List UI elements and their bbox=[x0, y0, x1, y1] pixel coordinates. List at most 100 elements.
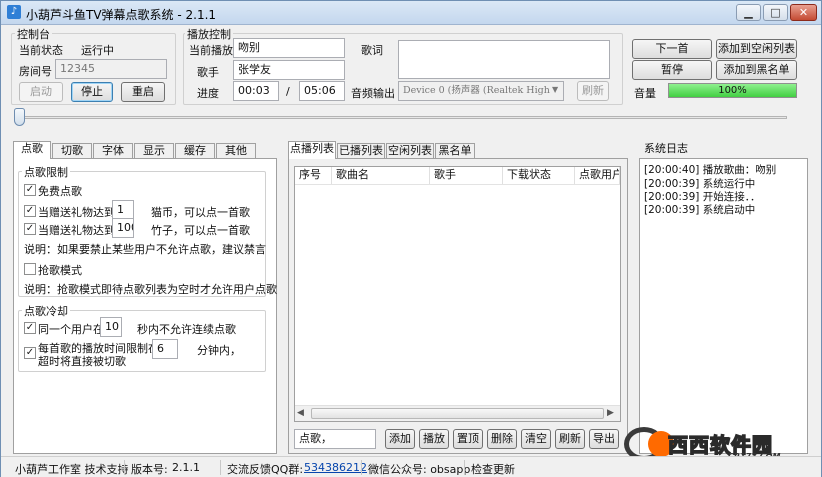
current-time-field[interactable]: 00:03 bbox=[233, 81, 279, 101]
song-list-table[interactable]: 序号 歌曲名 歌手 下载状态 点歌用户 ◀ ▶ bbox=[294, 166, 621, 422]
col-index[interactable]: 序号 bbox=[295, 167, 332, 184]
version-value: 2.1.1 bbox=[172, 461, 200, 474]
clear-list-button[interactable]: 清空 bbox=[521, 429, 551, 449]
same-user-checkbox[interactable]: ✓ bbox=[24, 322, 36, 334]
system-log-box[interactable]: [20:00:40] 播放歌曲：吻别 [20:00:39] 系统运行中 [20:… bbox=[639, 158, 808, 454]
status-label: 当前状态 bbox=[19, 44, 63, 57]
playback-group-title: 播放控制 bbox=[185, 26, 233, 42]
total-time-field[interactable]: 05:06 bbox=[299, 81, 345, 101]
volume-value: 100% bbox=[718, 85, 747, 96]
pin-top-button[interactable]: 置顶 bbox=[453, 429, 483, 449]
refresh-list-button[interactable]: 刷新 bbox=[555, 429, 585, 449]
status-separator bbox=[361, 460, 362, 475]
lyrics-label: 歌词 bbox=[361, 44, 383, 57]
limit-note: 说明：如果要禁止某些用户不允许点歌，建议禁言 bbox=[24, 243, 266, 256]
gift1-label-post: 猫币，可以点一首歌 bbox=[151, 206, 250, 219]
status-bar: 小葫芦工作室 技术支持 版本号: 2.1.1 交流反馈QQ群: 53438621… bbox=[1, 456, 821, 477]
col-download-status[interactable]: 下载状态 bbox=[503, 167, 575, 184]
current-song-label: 当前播放 bbox=[189, 44, 233, 57]
progress-slider-track[interactable] bbox=[19, 116, 787, 119]
pause-button[interactable]: 暂停 bbox=[632, 60, 712, 80]
minimize-button[interactable]: ▁ bbox=[736, 4, 761, 21]
status-value: 运行中 bbox=[81, 44, 114, 57]
audio-output-label: 音频输出 bbox=[351, 87, 395, 100]
volume-bar[interactable]: 100% bbox=[668, 83, 797, 98]
volume-label: 音量 bbox=[634, 87, 656, 100]
tab-font[interactable]: 字体 bbox=[93, 143, 133, 159]
tab-cache[interactable]: 缓存 bbox=[175, 143, 215, 159]
gift1-amount-input[interactable]: 1 bbox=[112, 200, 134, 220]
status-separator bbox=[220, 460, 221, 475]
gift2-amount-input[interactable]: 100 bbox=[112, 218, 134, 238]
log-line: [20:00:39] 系统启动中 bbox=[644, 204, 756, 216]
app-window: ♪ 小葫芦斗鱼TV弹幕点歌系统 - 2.1.1 ▁ □ ✕ 控制台 当前状态 运… bbox=[0, 0, 822, 477]
status-separator bbox=[124, 460, 125, 475]
song-list-tabs: 点播列表 已播列表 空闲列表 黑名单 bbox=[288, 141, 628, 159]
free-request-label: 免费点歌 bbox=[38, 185, 82, 198]
refresh-device-button[interactable]: 刷新 bbox=[577, 81, 609, 101]
tab-display[interactable]: 显示 bbox=[134, 143, 174, 159]
room-id-input[interactable]: 12345 bbox=[55, 59, 167, 79]
free-request-checkbox[interactable]: ✓ bbox=[24, 184, 36, 196]
system-log-title: 系统日志 bbox=[642, 140, 690, 156]
console-group-title: 控制台 bbox=[15, 26, 52, 42]
music-note-icon: ♪ bbox=[7, 5, 21, 19]
time-limit-checkbox[interactable]: ✓ bbox=[24, 347, 36, 359]
current-song-field[interactable]: 吻别 bbox=[233, 38, 345, 58]
wechat-label: 微信公众号: obsapp bbox=[368, 463, 471, 476]
add-to-idle-list-button[interactable]: 添加到空闲列表 bbox=[716, 39, 797, 59]
col-request-user[interactable]: 点歌用户 bbox=[575, 167, 620, 184]
singer-field[interactable]: 张学友 bbox=[233, 60, 345, 80]
delete-song-button[interactable]: 删除 bbox=[487, 429, 517, 449]
tab-request-list[interactable]: 点播列表 bbox=[288, 141, 336, 159]
start-button[interactable]: 启动 bbox=[19, 82, 63, 102]
tab-other[interactable]: 其他 bbox=[216, 143, 256, 159]
singer-label: 歌手 bbox=[197, 66, 219, 79]
maximize-button[interactable]: □ bbox=[763, 4, 788, 21]
time-limit-label-post: 分钟内， bbox=[197, 344, 241, 357]
song-request-input[interactable]: 点歌， bbox=[294, 429, 376, 449]
scrollbar-thumb[interactable] bbox=[311, 408, 604, 419]
time-limit-minutes-input[interactable]: 6 bbox=[152, 339, 178, 359]
tab-idle-list[interactable]: 空闲列表 bbox=[386, 143, 434, 159]
tab-cut[interactable]: 切歌 bbox=[52, 143, 92, 159]
log-line: [20:00:40] 播放歌曲：吻别 bbox=[644, 164, 777, 176]
stop-button[interactable]: 停止 bbox=[71, 82, 113, 102]
studio-credit: 小葫芦工作室 技术支持 bbox=[15, 463, 129, 476]
request-limit-title: 点歌限制 bbox=[22, 164, 70, 180]
progress-slider-thumb[interactable] bbox=[14, 108, 25, 126]
gift2-checkbox[interactable]: ✓ bbox=[24, 223, 36, 235]
play-song-button[interactable]: 播放 bbox=[419, 429, 449, 449]
qq-group-label: 交流反馈QQ群: bbox=[227, 463, 304, 476]
audio-output-select[interactable]: Device 0 (扬声器 (Realtek High bbox=[398, 81, 564, 101]
audio-output-value: Device 0 (扬声器 (Realtek High bbox=[403, 85, 550, 96]
col-song-name[interactable]: 歌曲名 bbox=[332, 167, 430, 184]
chevron-down-icon: ▼ bbox=[552, 85, 559, 94]
export-list-button[interactable]: 导出 bbox=[589, 429, 619, 449]
gift2-label-post: 竹子，可以点一首歌 bbox=[151, 224, 250, 237]
same-user-label-post: 秒内不允许连续点歌 bbox=[137, 323, 236, 336]
horizontal-scrollbar[interactable]: ◀ ▶ bbox=[295, 405, 620, 421]
close-button[interactable]: ✕ bbox=[790, 4, 817, 21]
next-song-button[interactable]: 下一首 bbox=[632, 39, 712, 59]
add-song-button[interactable]: 添加 bbox=[385, 429, 415, 449]
tab-blacklist[interactable]: 黑名单 bbox=[435, 143, 475, 159]
scroll-left-icon[interactable]: ◀ bbox=[297, 408, 304, 418]
tab-played-list[interactable]: 已播列表 bbox=[337, 143, 385, 159]
grab-mode-label: 抢歌模式 bbox=[38, 264, 82, 277]
same-user-seconds-input[interactable]: 10 bbox=[100, 317, 122, 337]
same-user-label-pre: 同一个用户在 bbox=[38, 323, 104, 336]
qq-group-link[interactable]: 534386212 bbox=[304, 461, 367, 474]
col-singer[interactable]: 歌手 bbox=[430, 167, 503, 184]
add-to-blacklist-button[interactable]: 添加到黑名单 bbox=[716, 60, 797, 80]
scroll-right-icon[interactable]: ▶ bbox=[607, 408, 614, 418]
window-title: 小葫芦斗鱼TV弹幕点歌系统 - 2.1.1 bbox=[26, 8, 217, 22]
restart-button[interactable]: 重启 bbox=[121, 82, 165, 102]
lyrics-box[interactable] bbox=[398, 40, 610, 79]
grab-mode-note: 说明：抢歌模式即待点歌列表为空时才允许用户点歌 bbox=[24, 283, 277, 296]
tab-request[interactable]: 点歌 bbox=[13, 141, 51, 159]
check-update-link[interactable]: 检查更新 bbox=[471, 461, 515, 477]
grab-mode-checkbox[interactable] bbox=[24, 263, 36, 275]
gift1-checkbox[interactable]: ✓ bbox=[24, 205, 36, 217]
settings-tabs: 点歌 切歌 字体 显示 缓存 其他 bbox=[13, 141, 277, 159]
